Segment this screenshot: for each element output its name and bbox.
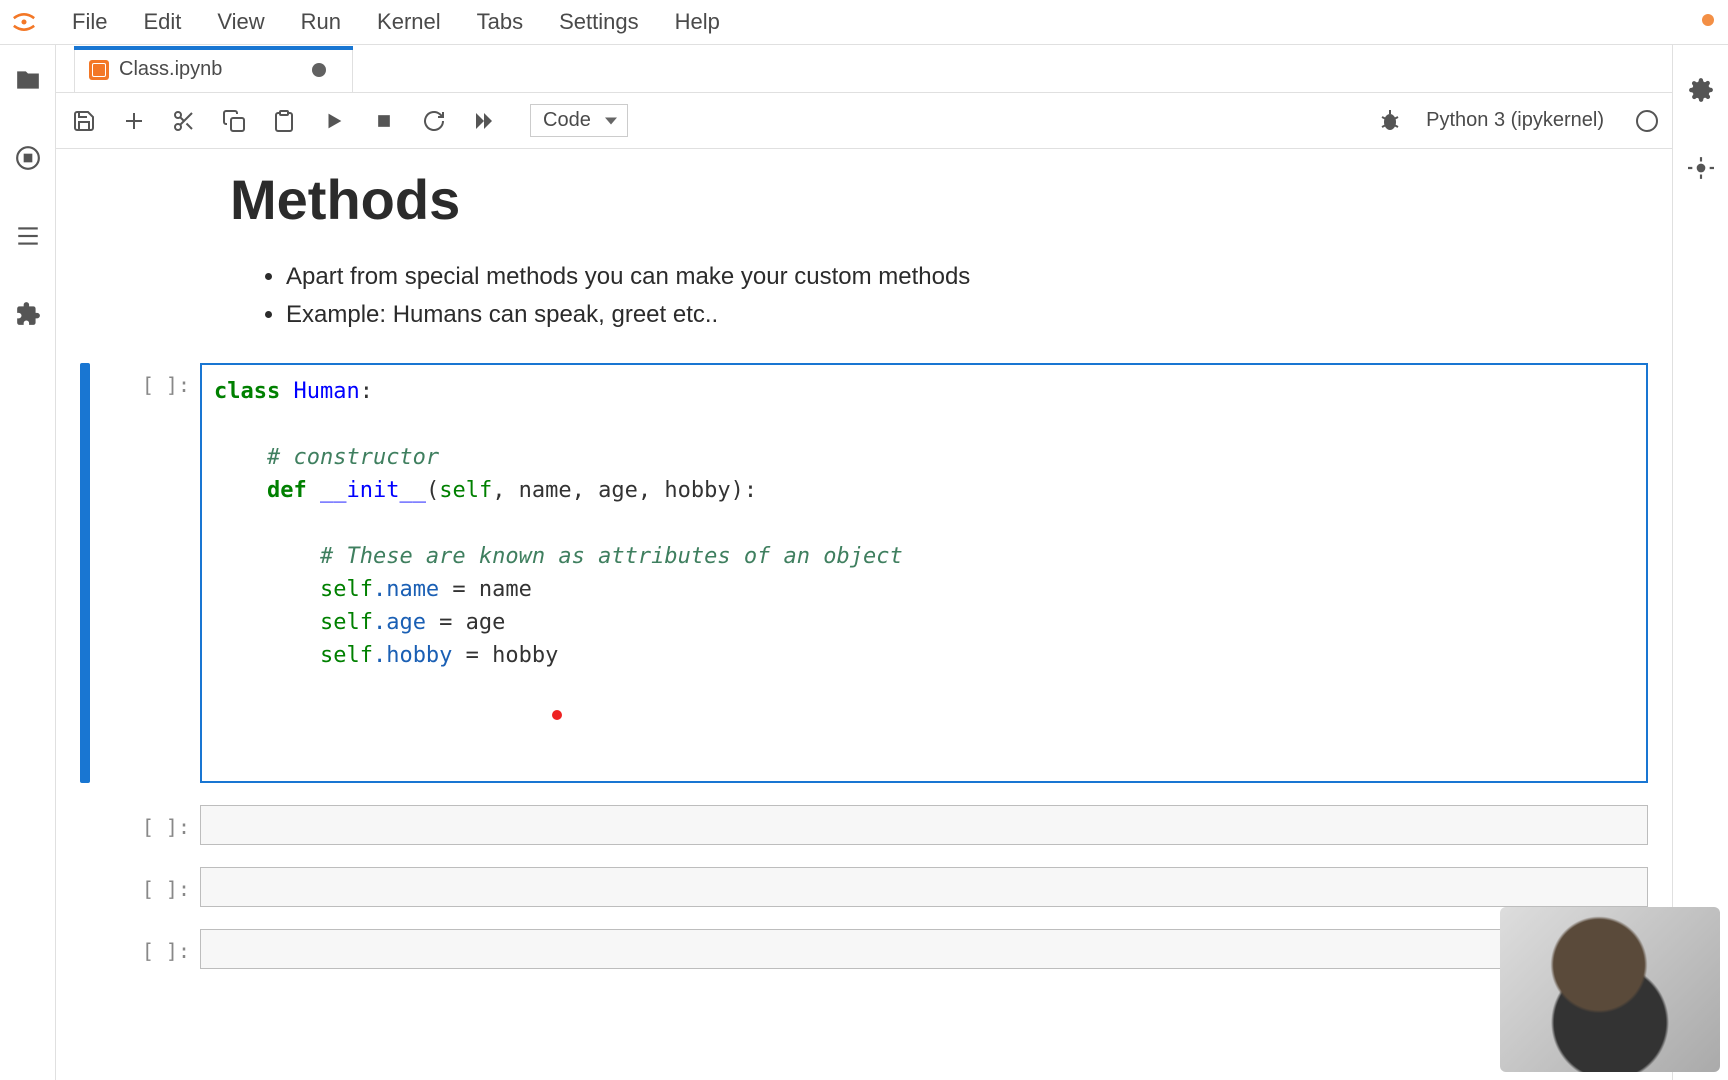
code-token: Human [293,379,359,404]
code-token: ( [426,478,439,503]
code-token: self [320,610,373,635]
code-token: class [214,379,280,404]
cell-type-dropdown[interactable]: Code [530,104,628,137]
code-editor[interactable] [200,867,1648,907]
code-editor[interactable]: class Human: # constructor def __init__(… [200,363,1648,783]
code-token: = hobby [452,643,558,668]
code-editor[interactable] [200,805,1648,845]
code-token: self [439,478,492,503]
notebook-tab[interactable]: Class.ipynb [74,46,353,92]
restart-run-all-button[interactable] [470,107,498,135]
code-token: = name [439,577,532,602]
code-token: # constructor [267,445,439,470]
menubar: File Edit View Run Kernel Tabs Settings … [0,0,1728,45]
menu-help[interactable]: Help [657,3,738,41]
code-cell[interactable]: [ ]: [80,929,1648,969]
cell-prompt: [ ]: [90,929,200,969]
debugger-panel-icon[interactable] [1686,153,1716,183]
cell-selection-indicator [80,929,90,969]
notebook-body[interactable]: Methods Apart from special methods you c… [56,149,1672,1080]
markdown-cell[interactable]: Methods Apart from special methods you c… [80,167,1648,335]
jupyter-logo-icon [8,6,40,38]
cell-prompt: [ ]: [90,363,200,783]
code-token: def [267,478,307,503]
running-terminals-icon[interactable] [13,143,43,173]
copy-button[interactable] [220,107,248,135]
left-activity-bar [0,45,56,1080]
code-token: # These are known as attributes of an ob… [320,544,903,569]
notebook-tab-bar: Class.ipynb [56,45,1672,93]
code-token: = age [426,610,505,635]
code-cell[interactable]: [ ]: class Human: # constructor def __in… [80,363,1648,783]
kernel-name[interactable]: Python 3 (ipykernel) [1426,109,1604,132]
code-token: , name, age, hobby): [492,478,757,503]
code-cell[interactable]: [ ]: [80,867,1648,907]
paste-button[interactable] [270,107,298,135]
recording-indicator-icon [1702,14,1714,26]
menu-run[interactable]: Run [283,3,359,41]
menu-file[interactable]: File [54,3,125,41]
cut-button[interactable] [170,107,198,135]
cell-selection-indicator [80,363,90,783]
code-token: .name [373,577,439,602]
code-token: self [320,643,373,668]
code-token: .age [373,610,426,635]
file-browser-icon[interactable] [13,65,43,95]
cell-selection-indicator [80,805,90,845]
notebook-tab-title: Class.ipynb [119,58,222,81]
menu-kernel[interactable]: Kernel [359,3,459,41]
cell-selection-indicator [80,867,90,907]
cell-type-label: Code [543,109,591,132]
kernel-status-icon[interactable] [1636,110,1658,132]
menu-settings[interactable]: Settings [541,3,657,41]
debugger-icon[interactable] [1376,107,1404,135]
add-cell-button[interactable] [120,107,148,135]
notebook-toolbar: Code Python 3 (ipykernel) [56,93,1672,149]
unsaved-indicator-icon [312,63,326,77]
markdown-bullet: Example: Humans can speak, greet etc.. [286,296,1648,334]
code-token: .hobby [373,643,452,668]
notebook-file-icon [89,60,109,80]
menu-edit[interactable]: Edit [125,3,199,41]
code-token: : [360,379,373,404]
webcam-overlay [1500,907,1720,1072]
cell-prompt: [ ]: [90,805,200,845]
main-panel: Class.ipynb Code Python 3 (ipykernel) [56,45,1672,1080]
code-token: __init__ [320,478,426,503]
code-editor[interactable] [200,929,1648,969]
restart-button[interactable] [420,107,448,135]
property-inspector-icon[interactable] [1686,75,1716,105]
toc-icon[interactable] [13,221,43,251]
code-cell[interactable]: [ ]: [80,805,1648,845]
run-button[interactable] [320,107,348,135]
code-token: self [320,577,373,602]
cell-prompt: [ ]: [90,867,200,907]
mouse-pointer-icon [552,710,562,720]
markdown-heading: Methods [230,167,1648,232]
interrupt-button[interactable] [370,107,398,135]
menu-view[interactable]: View [199,3,282,41]
extensions-icon[interactable] [13,299,43,329]
markdown-bullet: Apart from special methods you can make … [286,258,1648,296]
save-button[interactable] [70,107,98,135]
menu-tabs[interactable]: Tabs [459,3,541,41]
